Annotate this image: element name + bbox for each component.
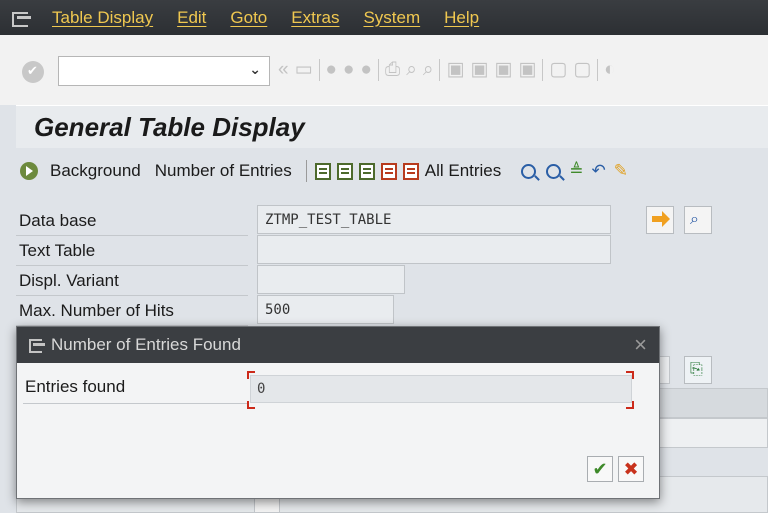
dialog-title-bar: Number of Entries Found ×	[17, 327, 659, 363]
undo-icon[interactable]: ↶	[592, 161, 606, 181]
number-of-entries-dialog: Number of Entries Found × Entries found …	[16, 326, 660, 499]
save-icon[interactable]: ▭	[295, 58, 313, 81]
application-toolbar: Background Number of Entries All Entries…	[16, 152, 768, 190]
execute-button[interactable]	[646, 206, 674, 234]
menu-edit[interactable]: Edit	[177, 8, 206, 28]
copy-icon-button[interactable]: ⎘	[684, 356, 712, 384]
checkmark-icon: ✔	[592, 459, 608, 479]
pencil-icon[interactable]: ✎	[614, 161, 628, 181]
text-table-field[interactable]	[257, 235, 611, 264]
background-row	[658, 418, 768, 448]
separator	[439, 58, 441, 81]
displ-variant-label: Displ. Variant	[19, 271, 119, 290]
exit-icon[interactable]: ●	[343, 59, 354, 81]
next-page-icon[interactable]: ▣	[494, 58, 512, 81]
back-icon[interactable]: ●	[326, 59, 337, 81]
dialog-menu-icon[interactable]	[29, 338, 45, 353]
background-button[interactable]: Background	[50, 161, 141, 181]
layout-icon[interactable]: ≜	[569, 161, 583, 181]
toolbar-icons: « ▭ ● ● ● ⎙ ⌕ ⌕ ▣ ▣ ▣ ▣ ▢ ▢ ◐	[278, 58, 616, 81]
double-left-icon[interactable]: «	[278, 59, 289, 81]
separator	[597, 58, 599, 81]
entries-found-row: Entries found	[23, 371, 247, 404]
select-icon[interactable]	[314, 162, 331, 180]
execute-background-icon[interactable]	[20, 162, 38, 180]
last-page-icon[interactable]: ▣	[518, 58, 536, 81]
help-icon[interactable]: ◐	[604, 59, 615, 81]
menu-extras[interactable]: Extras	[291, 8, 339, 28]
background-header	[658, 388, 768, 418]
form-row-displ-variant: Displ. Variant	[16, 265, 248, 296]
field-corner-marker	[626, 371, 634, 379]
entries-found-field: 0	[250, 375, 632, 403]
confirm-button[interactable]: ✔	[587, 456, 613, 482]
find-icon[interactable]: ⌕	[406, 59, 417, 81]
number-of-entries-button[interactable]: Number of Entries	[155, 161, 292, 181]
form-row-data-base: Data base	[16, 205, 248, 236]
all-entries-button[interactable]: All Entries	[425, 161, 502, 181]
search-table-button[interactable]: ⌕	[684, 206, 712, 234]
menu-bar: Table Display Edit Goto Extras System He…	[0, 0, 768, 35]
first-page-icon[interactable]: ▣	[446, 58, 464, 81]
arrow-right-icon	[652, 211, 670, 227]
form-row-text-table: Text Table	[16, 235, 248, 266]
max-hits-field[interactable]: 500	[257, 295, 394, 324]
menu-table-display[interactable]: Table Display	[52, 8, 153, 28]
copy-icon: ⎘	[690, 361, 703, 378]
text-table-label: Text Table	[19, 241, 96, 260]
cancel-icon[interactable]: ●	[361, 59, 372, 81]
max-hits-label: Max. Number of Hits	[19, 301, 174, 320]
separator	[318, 58, 320, 81]
menu-system[interactable]: System	[363, 8, 420, 28]
binoculars-icon: ⌕	[690, 211, 699, 228]
title-bar: General Table Display	[16, 105, 768, 148]
cancel-button[interactable]: ✖	[618, 456, 644, 482]
deselect-all-icon[interactable]	[402, 162, 419, 180]
chevron-down-icon[interactable]: ⌄	[249, 61, 261, 78]
new-session-icon[interactable]: ▢	[549, 58, 567, 81]
zoom-in-icon[interactable]	[546, 163, 562, 179]
data-base-label: Data base	[19, 211, 97, 230]
field-corner-marker	[247, 401, 255, 409]
previous-page-icon[interactable]: ▣	[470, 58, 488, 81]
menu-goto[interactable]: Goto	[230, 8, 267, 28]
find-next-icon[interactable]: ⌕	[423, 59, 434, 81]
separator	[305, 160, 307, 182]
dialog-title: Number of Entries Found	[51, 335, 241, 354]
form-row-max-hits: Max. Number of Hits	[16, 295, 248, 326]
print-icon[interactable]: ⎙	[385, 59, 400, 81]
zoom-out-icon[interactable]	[521, 163, 537, 179]
page-title: General Table Display	[34, 112, 305, 142]
select-all-icon[interactable]	[358, 162, 375, 180]
data-base-field[interactable]: ZTMP_TEST_TABLE	[257, 205, 611, 234]
separator	[377, 58, 379, 81]
field-corner-marker	[247, 371, 255, 379]
close-icon[interactable]: ×	[634, 332, 647, 358]
select-block-icon[interactable]	[336, 162, 353, 180]
enter-icon[interactable]	[22, 61, 44, 83]
separator	[542, 58, 544, 81]
field-corner-marker	[626, 401, 634, 409]
deselect-icon[interactable]	[380, 162, 397, 180]
entries-found-label: Entries found	[25, 377, 126, 396]
system-menu-icon[interactable]	[12, 10, 34, 27]
displ-variant-field[interactable]	[257, 265, 405, 294]
cancel-x-icon: ✖	[623, 459, 639, 479]
menu-help[interactable]: Help	[444, 8, 479, 28]
shortcut-icon[interactable]: ▢	[573, 58, 591, 81]
command-field[interactable]: ⌄	[58, 56, 270, 86]
